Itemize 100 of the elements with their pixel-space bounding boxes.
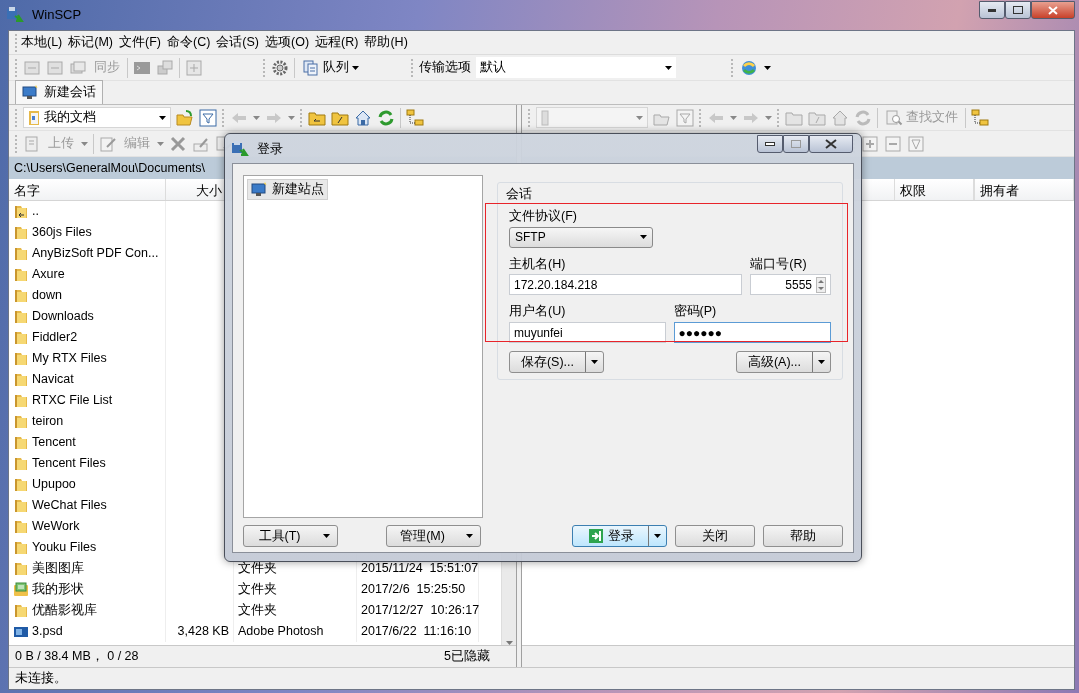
file-name[interactable]: Downloads [32,307,94,326]
dropdown-button[interactable]: 工具(T) [243,525,338,547]
filter-icon[interactable] [676,108,694,127]
file-name[interactable]: 我的形状 [32,580,84,599]
file-name[interactable]: teiron [32,412,64,431]
file-name[interactable]: 优酷影视库 [32,601,97,620]
minimize-button[interactable] [979,1,1005,19]
spinner-icon [816,276,826,293]
close-icon [825,138,837,149]
edit-icon[interactable] [99,134,117,153]
home-icon[interactable] [354,108,372,127]
folder-icon [13,602,29,619]
file-name[interactable]: 美图图库 [32,559,84,578]
file-name[interactable]: 360js Files [32,223,92,242]
file-name[interactable]: My RTX Files [32,349,107,368]
filter-icon[interactable] [907,134,925,153]
password-field[interactable]: ●●●●●● [673,322,831,343]
maximize-icon [791,139,801,148]
window-icon[interactable] [185,58,203,77]
split-button[interactable]: 保存(S)... [509,351,604,373]
file-name[interactable]: Fiddler2 [32,328,78,347]
username-field[interactable]: muyunfei [509,322,666,343]
split-button[interactable]: 高级(A)... [736,351,831,373]
location-dropdown[interactable] [536,107,648,128]
drive-icon [541,109,549,126]
window-title: WinSCP [32,6,82,25]
delete-icon[interactable] [169,134,187,153]
menu-item[interactable]: 本地(L) [18,31,66,54]
maximize-button[interactable] [1005,1,1031,19]
location-dropdown[interactable]: 我的文档 [23,107,171,128]
home-icon[interactable] [831,108,849,127]
field-label: 密码(P) [673,303,718,321]
sync-folders-icon[interactable] [69,58,87,77]
maximize-button[interactable] [783,134,809,153]
file-name[interactable]: AnyBizSoft PDF Con... [32,244,159,263]
folder-icon [13,434,29,451]
refresh-icon[interactable] [854,108,872,127]
file-name[interactable]: Youku Files [32,538,97,557]
menu-item[interactable]: 会话(S) [213,31,263,54]
folder-icon [13,581,29,598]
column-header[interactable]: 权限 [894,179,974,200]
modified-date: 2015/11/24 15:51:07 [361,561,479,575]
file-name[interactable]: Navicat [32,370,74,389]
file-name[interactable]: Tencent [32,433,76,452]
dialog-button[interactable]: 帮助 [763,525,843,547]
file-name[interactable]: Axure [32,265,65,284]
file-name[interactable]: RTXC File List [32,391,113,410]
protocol-dropdown[interactable]: SFTP [509,226,653,248]
field-label: 文件协议(F) [509,207,578,225]
menu-item[interactable]: 文件(F) [116,31,164,54]
menu-item[interactable]: 标记(M) [65,31,117,54]
modified-date: 2017/6/22 11:16:10 [361,624,472,638]
folder-icon [13,476,29,493]
file-name[interactable]: Tencent Files [32,454,106,473]
host-field[interactable]: 172.20.184.218 [509,274,743,296]
file-name[interactable]: 3.psd [32,622,63,641]
split-button[interactable]: 登录 [572,525,667,547]
menu-item[interactable]: 远程(R) [312,31,362,54]
dialog-button[interactable]: 关闭 [675,525,755,547]
settings-icon[interactable] [271,58,289,77]
folder-icon [13,413,29,430]
menu-item[interactable]: 命令(C) [164,31,214,54]
file-type: Adobe Photosh [238,624,324,638]
close-button[interactable] [1031,1,1075,19]
maximize-icon [1013,6,1023,14]
column-header[interactable]: 名字 [9,179,166,200]
folder-icon [13,455,29,472]
close-button[interactable] [809,134,853,153]
file-name[interactable]: WeWork [32,517,80,536]
menu-item[interactable]: 帮助(H) [361,31,411,54]
file-name[interactable]: WeChat Files [32,496,107,515]
dropdown-button[interactable]: 管理(M) [386,525,481,547]
transfer-settings-dropdown[interactable]: 默认 [476,57,676,78]
file-name[interactable]: .. [32,202,39,221]
site-item[interactable]: 新建站点 [247,179,328,200]
queue-button[interactable]: 队列 [300,57,361,78]
caret-icon [322,534,330,538]
field-label: 主机名(H) [509,255,567,273]
add-icon[interactable] [861,134,879,153]
file-name[interactable]: Upupoo [32,475,76,494]
selection-summary: 0 B / 38.4 MB， 0 / 28 [15,648,139,666]
refresh-icon[interactable] [377,108,395,127]
filter-icon[interactable] [199,108,217,127]
tree-icon[interactable] [971,108,989,127]
port-field[interactable]: 5555 [750,274,831,296]
tree-icon[interactable] [406,108,424,127]
minimize-icon [765,141,775,146]
remove-icon[interactable] [884,134,902,153]
upload-icon[interactable] [23,134,41,153]
menu-item[interactable]: 选项(O) [262,31,313,54]
folder-icon [13,497,29,514]
session-tab[interactable]: 新建会话 [15,80,103,104]
open-folder-icon[interactable] [176,108,194,127]
caret-icon [654,534,661,538]
queue-icon [302,58,320,77]
file-name[interactable]: down [32,286,62,305]
caret-icon [352,65,359,70]
minimize-button[interactable] [757,134,783,153]
column-header[interactable]: 拥有者 [974,179,1074,200]
login-icon [587,528,604,544]
